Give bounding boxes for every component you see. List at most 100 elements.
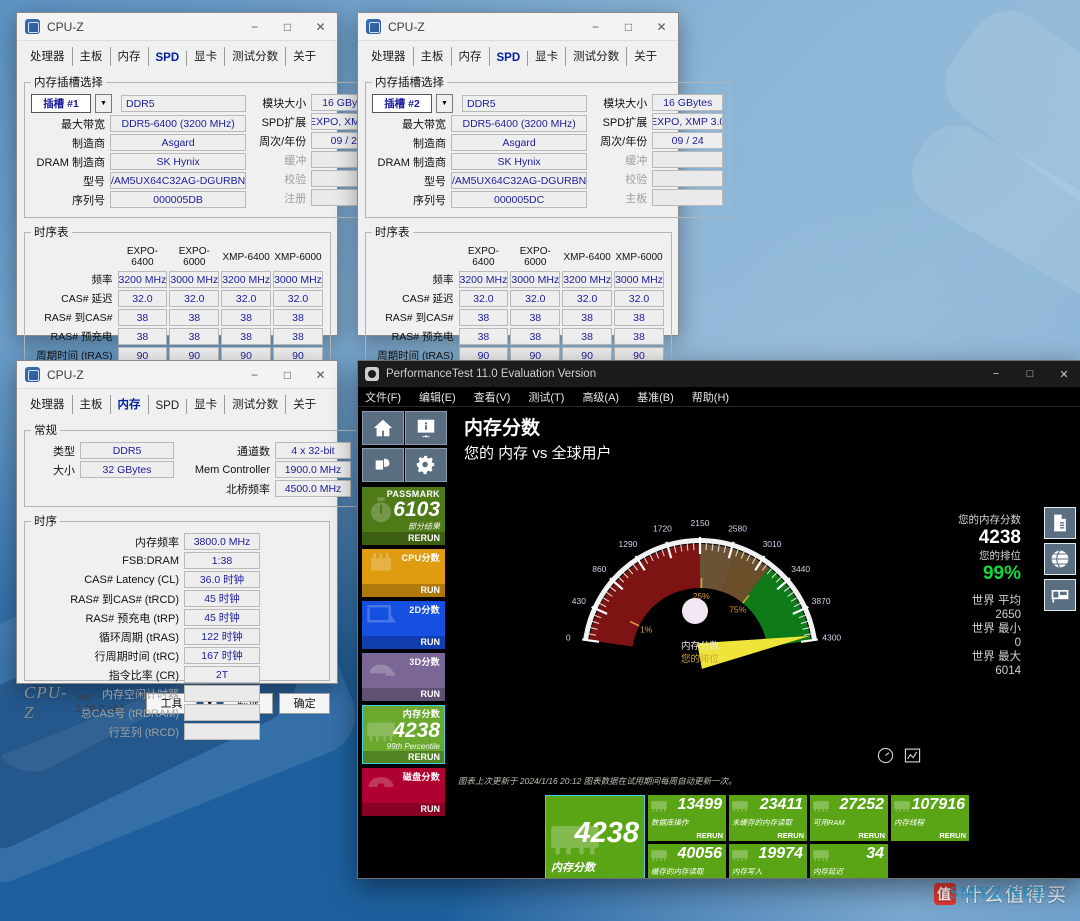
tile-action-button[interactable]: RUN <box>362 803 445 816</box>
tab-SPD[interactable]: SPD <box>490 51 529 66</box>
tab-SPD[interactable]: SPD <box>149 399 188 414</box>
tab-关于[interactable]: 关于 <box>286 47 323 66</box>
close-button[interactable]: ✕ <box>645 13 678 40</box>
memory-score-result-tile[interactable]: 4238 内存分数 RERUN <box>545 795 645 878</box>
menu-item-高级A[interactable]: 高级(A) <box>582 389 619 405</box>
tab-显卡[interactable]: 显卡 <box>187 395 226 414</box>
sidebar-tile-3D分数[interactable]: 3D分数 RUN <box>362 653 445 701</box>
sidebar-tile-磁盘分数[interactable]: 磁盘分数 RUN <box>362 768 445 816</box>
tab-内存[interactable]: 内存 <box>111 47 149 66</box>
timing-row-label: RAS# 预充电 <box>391 331 454 343</box>
tab-显卡[interactable]: 显卡 <box>528 47 567 66</box>
spd-field-label: SPD扩展 <box>261 116 307 129</box>
baseline-doc-icon[interactable] <box>1044 507 1076 539</box>
minimize-button[interactable]: − <box>238 13 271 40</box>
tab-关于[interactable]: 关于 <box>627 47 664 66</box>
menu-item-编辑E[interactable]: 编辑(E) <box>419 389 456 405</box>
menu-item-查看V[interactable]: 查看(V) <box>474 389 511 405</box>
cpuz-spd-window-2[interactable]: CPU-Z − □ ✕ 处理器 主板 内存 SPD 显卡 测试分数 关于 内存插槽选择 插槽… <box>357 12 731 473</box>
speedometer-icon[interactable] <box>877 747 894 764</box>
home-icon[interactable] <box>362 411 404 445</box>
maximize-button[interactable]: □ <box>271 361 304 388</box>
result-tile[interactable]: 19974内存写入RERUN <box>729 844 807 878</box>
chevron-down-icon[interactable]: ▼ <box>436 94 453 113</box>
slot-select[interactable]: 插槽 #2 <box>372 94 432 113</box>
minimize-button[interactable]: − <box>579 13 612 40</box>
chart-tool-icons[interactable] <box>877 747 921 764</box>
menu-bar[interactable]: 文件(F) 编辑(E) 查看(V) 测试(T) 高级(A) 基准(B) 帮助(H) <box>358 387 1080 407</box>
timing-col-header: XMP-6400 <box>222 251 270 263</box>
rerun-button[interactable]: RERUN <box>696 831 723 840</box>
titlebar[interactable]: CPU-Z − □ ✕ <box>17 13 337 41</box>
titlebar[interactable]: CPU-Z − □ ✕ <box>358 13 678 41</box>
nav-icon-grid[interactable] <box>362 411 450 482</box>
tab-测试分数[interactable]: 测试分数 <box>225 395 287 414</box>
maximize-button[interactable]: □ <box>612 13 645 40</box>
result-tile[interactable]: 23411 未缓存的内存读取 RERUN <box>729 795 807 841</box>
maximize-button[interactable]: □ <box>1013 361 1047 387</box>
side-icon-column[interactable] <box>1044 507 1076 611</box>
menu-item-基准B[interactable]: 基准(B) <box>637 389 674 405</box>
sidebar-tile-2D分数[interactable]: 2D分数 RUN <box>362 601 445 649</box>
minimize-button[interactable]: − <box>979 361 1013 387</box>
tab-处理器[interactable]: 处理器 <box>23 395 73 414</box>
menu-item-测试T[interactable]: 测试(T) <box>528 389 564 405</box>
tab-关于[interactable]: 关于 <box>286 395 323 414</box>
close-button[interactable]: ✕ <box>304 361 337 388</box>
result-tile[interactable]: 107916 内存线程 RERUN <box>891 795 969 841</box>
tile-action-button[interactable]: RUN <box>362 636 445 649</box>
hardware-card-icon[interactable] <box>1044 579 1076 611</box>
tab-处理器[interactable]: 处理器 <box>364 47 414 66</box>
maximize-button[interactable]: □ <box>271 13 304 40</box>
stat-value: 2650 <box>995 609 1021 621</box>
cloud-upload-icon[interactable] <box>362 448 404 482</box>
minimize-button[interactable]: − <box>238 361 271 388</box>
tab-内存[interactable]: 内存 <box>111 395 149 414</box>
tab-测试分数[interactable]: 测试分数 <box>566 47 628 66</box>
window-title: CPU-Z <box>47 367 84 382</box>
close-button[interactable]: ✕ <box>1047 361 1080 387</box>
rerun-button[interactable]: RERUN <box>939 831 966 840</box>
tile-action-button[interactable]: RERUN <box>362 532 445 545</box>
tab-bar[interactable]: 处理器 主板 内存 SPD 显卡 测试分数 关于 <box>17 389 337 414</box>
tab-bar[interactable]: 处理器 主板 内存 SPD 显卡 测试分数 关于 <box>17 41 337 66</box>
menu-item-帮助H[interactable]: 帮助(H) <box>692 389 729 405</box>
result-tile[interactable]: 27252 可用RAM RERUN <box>810 795 888 841</box>
tile-action-button[interactable]: RERUN <box>362 751 445 764</box>
sidebar-tile-内存分数[interactable]: 内存分数 4238 99th Percentile RERUN <box>362 705 445 764</box>
sidebar-tile-CPU分数[interactable]: CPU分数 RUN <box>362 549 445 597</box>
tab-显卡[interactable]: 显卡 <box>187 47 226 66</box>
tab-主板[interactable]: 主板 <box>73 395 111 414</box>
close-button[interactable]: ✕ <box>304 13 337 40</box>
menu-item-文件F[interactable]: 文件(F) <box>365 389 401 405</box>
tab-处理器[interactable]: 处理器 <box>23 47 73 66</box>
timing-col-header: EXPO-6000 <box>178 246 210 268</box>
chevron-down-icon[interactable]: ▼ <box>95 94 112 113</box>
result-tile[interactable]: 13499 数据库操作 RERUN <box>648 795 726 841</box>
rerun-button[interactable]: RERUN <box>777 831 804 840</box>
memory-field-value: 1:38 <box>184 552 260 569</box>
tab-内存[interactable]: 内存 <box>452 47 490 66</box>
titlebar[interactable]: PerformanceTest 11.0 Evaluation Version … <box>358 361 1080 387</box>
titlebar[interactable]: CPU-Z − □ ✕ <box>17 361 337 389</box>
performancetest-window[interactable]: PerformanceTest 11.0 Evaluation Version … <box>357 360 1080 879</box>
stat-label: 世界 最大 <box>971 651 1021 663</box>
rerun-button[interactable]: RERUN <box>858 831 885 840</box>
chart-icon[interactable] <box>904 747 921 764</box>
result-tile[interactable]: 40056缓存的内存读取RERUN <box>648 844 726 878</box>
slot-select[interactable]: 插槽 #1 <box>31 94 91 113</box>
tab-SPD[interactable]: SPD <box>149 51 188 66</box>
monitor-info-icon[interactable] <box>405 411 447 445</box>
tile-action-button[interactable]: RUN <box>362 584 445 597</box>
tab-bar[interactable]: 处理器 主板 内存 SPD 显卡 测试分数 关于 <box>358 41 678 66</box>
sidebar-tile-PASSMARK[interactable]: PASSMARK 6103 部分结果 RERUN <box>362 487 445 545</box>
cpuz-spd-window-1[interactable]: CPU-Z − □ ✕ 处理器 主板 内存 SPD 显卡 测试分数 关于 内存插槽选择 插槽… <box>16 12 390 473</box>
globe-icon[interactable] <box>1044 543 1076 575</box>
tile-action-button[interactable]: RUN <box>362 688 445 701</box>
cpuz-memory-window[interactable]: CPU-Z − □ ✕ 处理器 主板 内存 SPD 显卡 测试分数 关于 常规 类型 DDR5… <box>16 360 358 740</box>
result-tile[interactable]: 34内存延迟RERUN <box>810 844 888 878</box>
tab-测试分数[interactable]: 测试分数 <box>225 47 287 66</box>
tab-主板[interactable]: 主板 <box>73 47 111 66</box>
tab-主板[interactable]: 主板 <box>414 47 452 66</box>
gears-icon[interactable] <box>405 448 447 482</box>
